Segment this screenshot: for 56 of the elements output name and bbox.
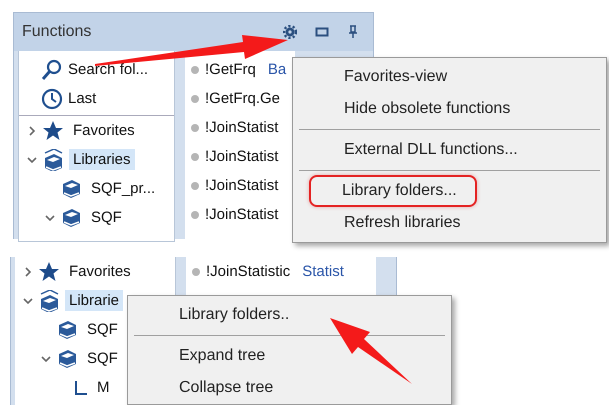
menu-item[interactable]: Favorites-view <box>297 61 460 93</box>
function-name[interactable]: !GetFrq.Ge <box>205 90 280 107</box>
menu-item[interactable]: Expand tree <box>132 340 278 372</box>
tree-item[interactable]: SQF <box>83 348 122 369</box>
tree-item[interactable]: Libraries <box>69 149 135 170</box>
tree-item[interactable]: M <box>93 377 114 398</box>
tree-item[interactable]: Search fol... <box>68 61 148 78</box>
chevron-down-icon[interactable] <box>41 354 51 364</box>
tree-item[interactable]: Favorites <box>69 120 139 141</box>
function-category: Statist <box>302 263 344 280</box>
bullet-icon <box>191 210 199 218</box>
pin-icon[interactable] <box>347 25 359 39</box>
tree-item[interactable]: SQF_pr... <box>87 178 160 199</box>
bullet-icon <box>192 268 200 276</box>
bullet-icon <box>191 124 199 132</box>
chevron-down-icon[interactable] <box>45 212 55 222</box>
bullet-icon <box>191 66 199 74</box>
book-icon <box>60 206 82 228</box>
book-icon <box>56 348 78 370</box>
menu-item[interactable]: Library folders... <box>309 175 477 207</box>
tree-item[interactable]: Favorites <box>65 261 135 282</box>
function-name[interactable]: !JoinStatistic <box>206 263 290 280</box>
search-icon <box>41 58 63 80</box>
function-name[interactable]: !JoinStatist <box>205 177 278 194</box>
tree-item[interactable]: Librarie <box>65 290 124 311</box>
chevron-down-icon[interactable] <box>27 154 37 164</box>
bullet-icon <box>191 152 199 160</box>
tree-item[interactable]: Last <box>68 90 96 107</box>
tree-item[interactable]: SQF <box>87 207 126 228</box>
settings-icon[interactable] <box>283 25 297 39</box>
menu-item[interactable]: Library folders.. <box>132 299 302 331</box>
menu-item[interactable]: Hide obsolete functions <box>297 93 522 125</box>
clock-icon <box>41 88 63 110</box>
books-icon <box>42 148 64 170</box>
chevron-down-icon[interactable] <box>23 296 33 306</box>
window-icon[interactable] <box>315 26 329 38</box>
menu-item[interactable]: Collapse tree <box>132 372 286 404</box>
bullet-icon <box>191 182 199 190</box>
function-name[interactable]: !JoinStatist <box>205 206 278 223</box>
function-name[interactable]: !JoinStatist <box>205 119 278 136</box>
star-icon <box>38 260 60 282</box>
function-name[interactable]: !JoinStatist <box>205 148 278 165</box>
menu-item[interactable]: External DLL functions... <box>297 134 530 166</box>
tree-line-icon <box>74 378 88 396</box>
book-icon <box>56 318 78 340</box>
star-icon <box>42 120 64 142</box>
chevron-right-icon[interactable] <box>23 266 33 276</box>
function-category: Ba <box>268 61 286 78</box>
books-icon <box>38 290 60 312</box>
chevron-right-icon[interactable] <box>27 126 37 136</box>
menu-item[interactable]: Refresh libraries <box>297 207 472 239</box>
book-icon <box>60 178 82 200</box>
panel-title: Functions <box>22 23 92 41</box>
tree-item[interactable]: SQF <box>83 319 122 340</box>
function-name[interactable]: !GetFrq <box>205 61 256 78</box>
bullet-icon <box>191 94 199 102</box>
